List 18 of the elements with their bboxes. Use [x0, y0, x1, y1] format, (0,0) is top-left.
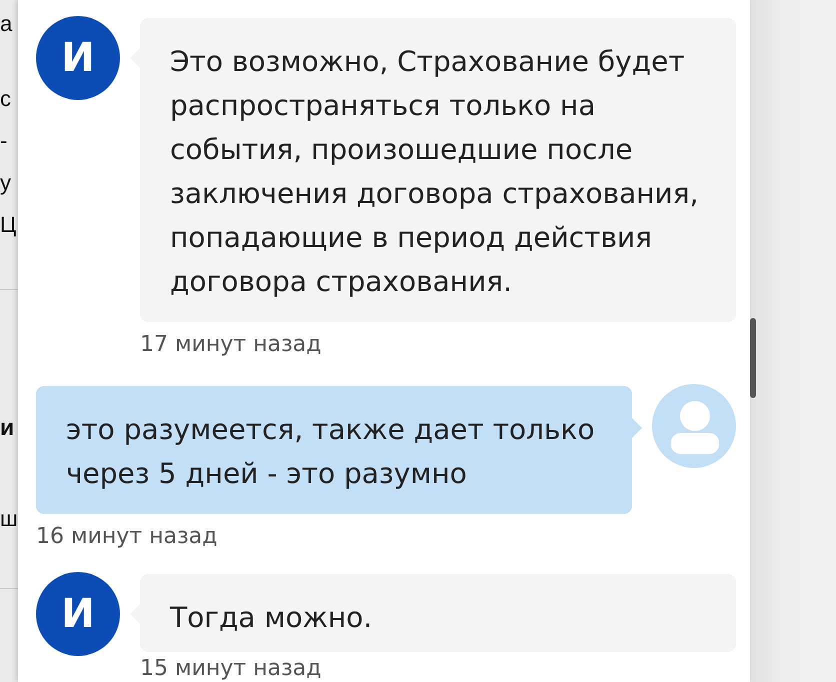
operator-avatar: И: [36, 572, 120, 656]
page-text-fragment: и: [0, 413, 16, 442]
scrollbar-thumb[interactable]: [750, 318, 756, 398]
user-avatar-icon: [652, 384, 736, 468]
operator-avatar: И: [36, 16, 120, 100]
page-text-fragment: у: [0, 169, 12, 197]
chat-message: это разумеется, также дает только через 5 дней - это разумно: [36, 386, 632, 514]
page-text-fragment: а: [0, 10, 14, 38]
bubble-tail-icon: [632, 418, 642, 438]
page-text-fragment: ш: [0, 505, 18, 533]
chat-message: Это возможно, Страхование будет распространяться только на события, произошедшие после заключения договора страхования, попадающие в период действия договора страхования.: [140, 18, 736, 322]
message-time: 17 минут назад: [140, 334, 322, 356]
page-text-fragment: Ц: [0, 211, 18, 239]
page-text-fragment: с: [0, 85, 12, 113]
message-time: 16 минут назад: [36, 526, 218, 548]
message-time: 15 минут назад: [140, 658, 322, 680]
page-text-fragment: -: [0, 127, 8, 155]
chat-message: Тогда можно.: [140, 574, 736, 652]
